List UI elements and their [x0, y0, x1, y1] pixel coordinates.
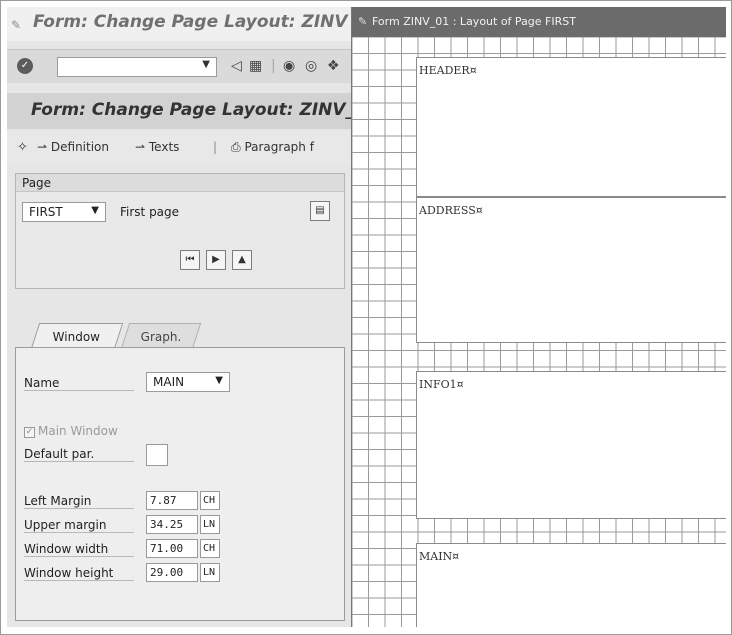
next-page-icon[interactable]: ▶: [206, 250, 226, 270]
tab-graph[interactable]: Graph.: [120, 323, 202, 349]
window-title: Form: Change Page Layout: ZINV: [33, 12, 348, 32]
screen-title: Form: Change Page Layout: ZINV_: [31, 100, 355, 120]
left-margin-unit[interactable]: CH: [200, 491, 220, 510]
texts-button[interactable]: ⇀ Texts: [135, 140, 179, 154]
screen-title-bar: Form: Change Page Layout: ZINV_: [7, 93, 355, 129]
page-group-title: Page: [16, 174, 344, 192]
upper-margin-input[interactable]: 34.25: [146, 515, 198, 534]
page-dropdown[interactable]: FIRST ▼: [22, 202, 106, 222]
window-name-value: MAIN: [153, 375, 185, 389]
page-description: First page: [120, 205, 180, 219]
info1-window[interactable]: INFO1¤: [416, 371, 726, 519]
dropdown-icon[interactable]: ▼: [202, 59, 210, 70]
main-window-checkbox[interactable]: ✓: [24, 427, 35, 438]
application-toolbar: ✧ ⇀ Definition ⇀ Texts | ⎙ Paragraph f: [7, 131, 351, 165]
info1-window-name: INFO1¤: [419, 378, 464, 391]
window-name-dropdown[interactable]: MAIN ▼: [146, 372, 230, 392]
left-margin-input[interactable]: 7.87: [146, 491, 198, 510]
address-window-name: ADDRESS¤: [419, 204, 483, 217]
main-window-name: MAIN¤: [419, 550, 460, 563]
header-window-name: HEADER¤: [419, 64, 477, 77]
cancel-icon[interactable]: ◎: [305, 58, 317, 74]
page-group-box: Page FIRST ▼ First page ▤ ⏮ ▶ ▲: [15, 173, 345, 289]
address-window[interactable]: ADDRESS¤: [416, 197, 726, 343]
standard-toolbar: ✓ ▼ ◁ ▦ | ◉ ◎ ❖: [7, 49, 351, 83]
chevron-down-icon[interactable]: ▼: [91, 205, 99, 216]
main-window-label: Main Window: [38, 424, 118, 438]
window-icon: ✎: [11, 18, 22, 32]
toolbar-separator-2: |: [213, 140, 218, 154]
toolbar-separator: |: [271, 58, 276, 74]
paragraph-button[interactable]: ⎙ Paragraph f: [231, 140, 314, 155]
upper-margin-unit[interactable]: LN: [200, 515, 220, 534]
name-label: Name: [24, 376, 134, 391]
page-dropdown-value: FIRST: [29, 205, 63, 219]
print-icon: ⎙: [231, 140, 241, 154]
screenshot-frame: ✎ Form: Change Page Layout: ZINV ✓ ▼ ◁ ▦…: [0, 0, 732, 635]
header-window[interactable]: HEADER¤: [416, 57, 726, 197]
texts-icon: ⇀: [135, 140, 146, 154]
window-tab-panel: Name MAIN ▼ ✓ Main Window Default par. L…: [15, 347, 345, 621]
layout-window-title-bar: ✎ Form ZINV_01 : Layout of Page FIRST: [352, 7, 726, 37]
definition-button[interactable]: ⇀ Definition: [37, 140, 109, 154]
layout-window-title: Form ZINV_01 : Layout of Page FIRST: [372, 15, 576, 28]
tab-window[interactable]: Window: [30, 323, 124, 349]
definition-label: Definition: [50, 140, 109, 154]
window-width-input[interactable]: 71.00: [146, 539, 198, 558]
settings-icon[interactable]: ✧: [17, 140, 28, 155]
window-title-bar: ✎ Form: Change Page Layout: ZINV: [7, 7, 351, 41]
default-par-field[interactable]: [146, 444, 168, 466]
form-painter-window: ✎ Form: Change Page Layout: ZINV ✓ ▼ ◁ ▦…: [7, 7, 355, 627]
window-height-unit[interactable]: LN: [200, 563, 220, 582]
enter-icon[interactable]: ✓: [17, 58, 33, 74]
window-width-unit[interactable]: CH: [200, 539, 220, 558]
back-icon[interactable]: ◁: [231, 58, 242, 74]
default-par-label: Default par.: [24, 447, 134, 462]
exit-icon[interactable]: ◉: [283, 58, 295, 74]
main-window[interactable]: MAIN¤: [416, 543, 726, 627]
command-field[interactable]: ▼: [57, 57, 217, 77]
save-icon[interactable]: ▦: [249, 58, 262, 74]
layout-window: ✎ Form ZINV_01 : Layout of Page FIRST HE…: [351, 7, 726, 627]
window-height-label: Window height: [24, 566, 134, 581]
tab-window-label: Window: [53, 330, 101, 344]
layout-grid[interactable]: HEADER¤ ADDRESS¤ INFO1¤ MAIN¤: [352, 37, 726, 627]
left-margin-label: Left Margin: [24, 494, 134, 509]
tab-strip: Window Graph.: [15, 323, 345, 349]
page-settings-icon[interactable]: ▤: [310, 201, 330, 221]
chevron-down-icon[interactable]: ▼: [215, 375, 223, 386]
window-width-label: Window width: [24, 542, 134, 557]
form-icon: ✎: [358, 15, 368, 28]
tab-graph-label: Graph.: [140, 330, 181, 344]
upper-margin-label: Upper margin: [24, 518, 134, 533]
texts-label: Texts: [148, 140, 180, 154]
graphic-icon[interactable]: ▲: [232, 250, 252, 270]
paragraph-label: Paragraph f: [244, 140, 314, 154]
help-icon[interactable]: ❖: [327, 58, 340, 74]
definition-icon: ⇀: [37, 140, 48, 154]
first-page-icon[interactable]: ⏮: [180, 250, 200, 270]
window-height-input[interactable]: 29.00: [146, 563, 198, 582]
